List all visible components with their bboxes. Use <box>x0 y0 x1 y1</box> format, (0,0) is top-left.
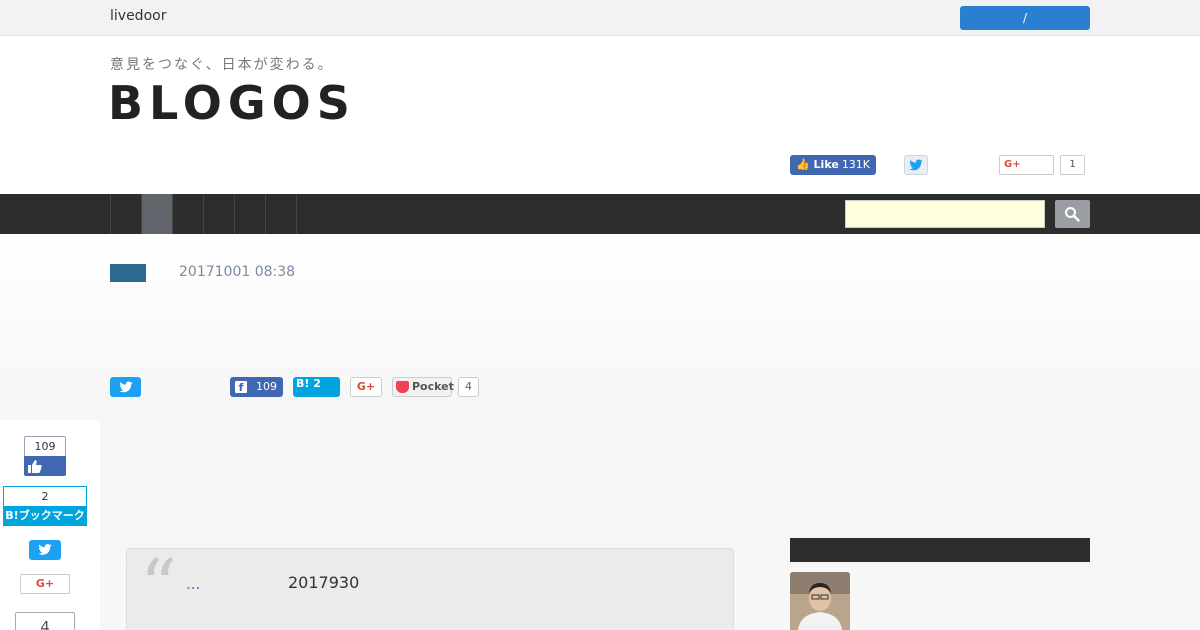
google-plus-button[interactable]: G+ <box>999 155 1054 175</box>
quote-mark-icon: “ <box>140 544 177 628</box>
nav-item-6[interactable] <box>265 194 297 234</box>
quote-date: 2017930 <box>288 573 360 592</box>
twitter-icon <box>118 381 133 393</box>
top-bar: livedoor / <box>0 0 1200 36</box>
login-button[interactable]: / <box>960 6 1090 30</box>
livedoor-brand-link[interactable]: livedoor <box>110 8 166 24</box>
search-icon <box>1065 207 1080 222</box>
author-avatar[interactable] <box>790 572 850 630</box>
author-photo <box>790 572 850 630</box>
sidebar-heading <box>790 538 1090 562</box>
facebook-like-count: 131K <box>841 158 871 171</box>
pocket-icon <box>396 381 409 393</box>
quote-box <box>126 548 734 630</box>
floating-google-plus-button[interactable]: G+ <box>20 574 70 594</box>
site-tagline: 意見をつなぐ、日本が変わる。 <box>110 57 334 73</box>
nav-item-1[interactable] <box>110 194 141 234</box>
hatena-bookmark-button[interactable]: B! 2 <box>293 377 340 397</box>
search-button[interactable] <box>1055 200 1090 228</box>
facebook-share-button[interactable]: f 109 <box>230 377 283 397</box>
hatena-count: 2 <box>313 377 321 390</box>
facebook-icon: f <box>235 381 247 394</box>
floating-facebook-count: 109 <box>24 436 66 456</box>
twitter-icon <box>38 544 52 555</box>
floating-facebook-like[interactable]: 109 <box>24 436 66 476</box>
nav-item-3[interactable] <box>172 194 203 234</box>
facebook-like-label: Like <box>813 158 839 171</box>
google-plus-share-button[interactable]: G+ <box>350 377 382 397</box>
pocket-count: 4 <box>458 377 479 397</box>
twitter-icon <box>909 159 923 171</box>
floating-pocket-count[interactable]: 4 <box>15 612 75 630</box>
thumbs-up-icon <box>28 460 42 473</box>
search-input[interactable] <box>845 200 1045 228</box>
facebook-share-count: 109 <box>256 380 277 393</box>
twitter-share-button[interactable] <box>110 377 141 397</box>
google-plus-count: 1 <box>1060 155 1085 175</box>
nav-item-4[interactable] <box>203 194 234 234</box>
hatena-icon: B! <box>296 377 310 390</box>
site-logo[interactable]: BLOGOS <box>108 76 356 130</box>
floating-hatena-button[interactable]: B!ブックマーク <box>3 506 87 526</box>
category-tag[interactable] <box>110 264 146 282</box>
twitter-follow-button[interactable] <box>904 155 928 175</box>
article-date: 20171001 08:38 <box>179 264 296 280</box>
thumbs-up-icon: 👍 <box>796 158 810 171</box>
quote-source-link[interactable]: ... <box>186 575 200 593</box>
facebook-like-button[interactable]: 👍 Like 131K <box>790 155 876 175</box>
nav-item-5[interactable] <box>234 194 265 234</box>
pocket-button[interactable]: Pocket <box>392 377 454 397</box>
floating-twitter-button[interactable] <box>29 540 61 560</box>
nav-item-2[interactable] <box>141 194 172 234</box>
pocket-label: Pocket <box>412 380 454 393</box>
floating-facebook-button[interactable] <box>24 456 66 476</box>
floating-hatena-count: 2 <box>3 486 87 506</box>
floating-hatena-bookmark[interactable]: 2 B!ブックマーク <box>3 486 87 526</box>
